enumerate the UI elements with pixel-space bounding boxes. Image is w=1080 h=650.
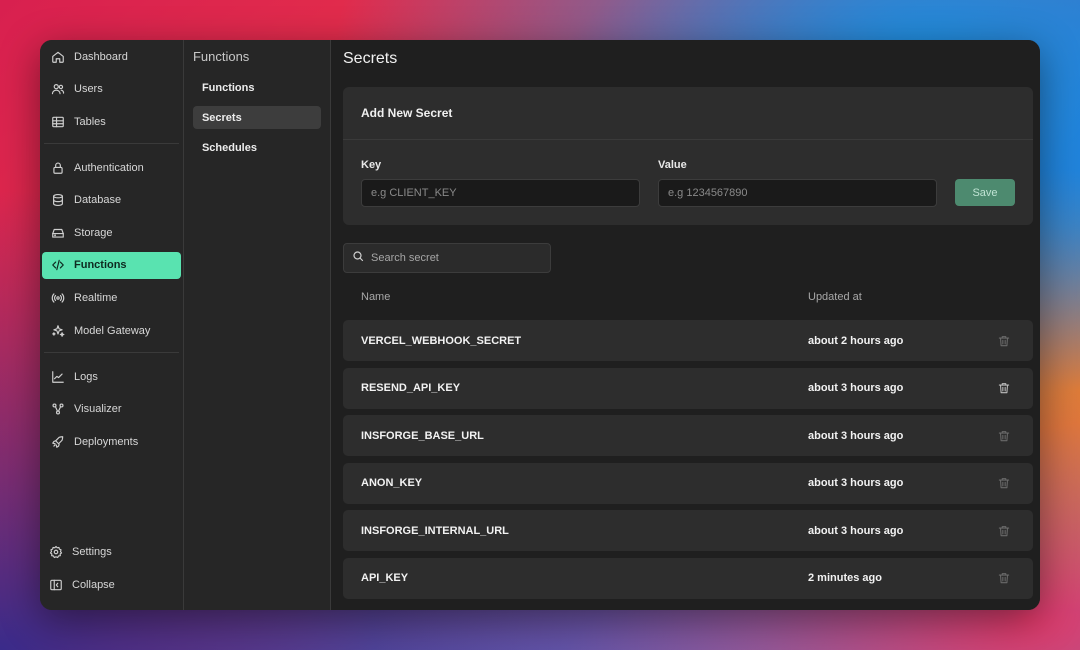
column-updated-header: Updated at [808,291,862,303]
secret-name: INSFORGE_BASE_URL [361,429,484,442]
sidebar-item-label: Logs [74,370,98,383]
table-row[interactable]: INSFORGE_BASE_URL about 3 hours ago [343,415,1033,456]
table-row[interactable]: API_KEY 2 minutes ago [343,557,1033,599]
trash-icon[interactable] [996,428,1012,444]
trash-icon[interactable] [996,380,1012,396]
table-row[interactable]: VERCEL_WEBHOOK_SECRET about 2 hours ago [343,320,1033,361]
table-row[interactable]: INSFORGE_INTERNAL_URL about 3 hours ago [343,510,1033,551]
table-row[interactable]: ANON_KEY about 3 hours ago [343,462,1033,504]
subnav-item-functions[interactable]: Functions [193,76,321,99]
sidebar-item-label: Realtime [74,292,118,305]
trash-icon[interactable] [996,570,1012,586]
database-icon [50,193,65,208]
secret-updated-at: about 3 hours ago [808,429,904,442]
key-field: Key [361,140,640,207]
search-icon [352,249,364,267]
add-secret-card: Add New Secret Key Value Save [343,87,1033,225]
column-name-header: Name [361,291,391,303]
secret-updated-at: about 3 hours ago [808,524,904,537]
trash-icon[interactable] [996,333,1012,349]
secret-name: INSFORGE_INTERNAL_URL [361,524,509,537]
sidebar-item-label: Tables [74,115,106,128]
sidebar-item-label: Database [74,194,122,207]
add-secret-form: Key Value Save [343,140,1033,207]
sidebar-item-database[interactable]: Database [42,187,181,214]
sidebar-item-label: Settings [72,546,112,559]
search-secret-box[interactable] [343,243,551,273]
sidebar-item-label: Authentication [74,161,144,174]
secret-name: ANON_KEY [361,477,423,489]
sidebar-item-users[interactable]: Users [42,76,181,103]
sidebar-item-collapse[interactable]: Collapse [42,571,181,598]
sidebar-item-model-gateway[interactable]: Model Gateway [42,317,181,344]
graph-icon [50,402,65,417]
users-icon [50,82,65,97]
secret-name: API_KEY [361,572,409,584]
subnav-title: Functions [192,49,250,64]
collapse-icon [48,577,63,592]
secret-name: VERCEL_WEBHOOK_SECRET [361,334,522,347]
secret-updated-at: 2 minutes ago [808,572,882,584]
storage-icon [50,225,65,240]
table-header: Name Updated at [343,277,1033,317]
sidebar-item-label: Visualizer [74,403,122,416]
sidebar-item-label: Model Gateway [74,324,151,337]
key-input[interactable] [361,179,640,207]
sidebar-item-deployments[interactable]: Deployments [42,428,181,455]
functions-subnav: Functions Functions Secrets Schedules [183,40,331,610]
sidebar-item-tables[interactable]: Tables [42,108,181,135]
secret-updated-at: about 3 hours ago [808,477,904,489]
sidebar-item-functions[interactable]: Functions [42,251,181,279]
subnav-item-secrets[interactable]: Secrets [192,106,321,129]
sidebar-item-dashboard[interactable]: Dashboard [42,43,181,70]
subnav-list: Functions Secrets Schedules [192,76,321,159]
value-field: Value [658,140,937,207]
app-window: Dashboard Users Tables Authentication Databa… [40,40,1040,610]
sidebar-item-visualizer[interactable]: Visualizer [42,396,181,423]
broadcast-icon [50,291,65,306]
sidebar-divider [44,143,179,145]
sidebar-nav: Dashboard Users Tables Authentication Databa… [40,43,183,455]
gear-icon [48,545,63,560]
sidebar-item-logs[interactable]: Logs [42,363,181,390]
home-icon [50,49,65,64]
secret-name: RESEND_API_KEY [361,382,461,394]
sidebar-item-label: Functions [74,259,127,272]
sidebar-item-label: Users [74,83,103,96]
sidebar-item-storage[interactable]: Storage [42,219,181,246]
trash-icon[interactable] [996,523,1012,539]
sidebar-item-label: Collapse [72,578,115,591]
sparkles-icon [50,323,65,338]
sidebar-divider [44,352,179,354]
secret-updated-at: about 3 hours ago [808,382,904,394]
secret-updated-at: about 2 hours ago [808,334,904,347]
sidebar-footer: Settings Collapse [40,539,183,604]
add-secret-title: Add New Secret [343,87,1033,140]
sidebar-item-realtime[interactable]: Realtime [42,285,181,312]
trash-icon[interactable] [996,475,1012,491]
sidebar-item-label: Dashboard [74,50,128,63]
chart-line-icon [50,369,65,384]
sidebar-item-label: Deployments [74,435,139,448]
subnav-item-schedules[interactable]: Schedules [193,136,321,159]
code-icon [50,258,65,273]
sidebar-item-label: Storage [74,226,113,239]
save-button[interactable]: Save [955,179,1015,206]
rocket-icon [50,434,65,449]
sidebar-item-authentication[interactable]: Authentication [42,154,181,181]
main-content: Secrets Add New Secret Key Value Save [331,40,1040,610]
key-label: Key [361,159,382,171]
lock-icon [50,160,65,175]
value-input[interactable] [658,179,937,207]
value-label: Value [658,159,687,171]
sidebar-item-settings[interactable]: Settings [42,539,181,566]
table-row[interactable]: RESEND_API_KEY about 3 hours ago [343,367,1033,409]
search-input[interactable] [371,252,541,264]
sidebar: Dashboard Users Tables Authentication Databa… [40,40,184,610]
table-icon [50,114,65,129]
page-title: Secrets [343,50,398,67]
secrets-list: VERCEL_WEBHOOK_SECRET about 2 hours ago RE… [343,320,1033,599]
